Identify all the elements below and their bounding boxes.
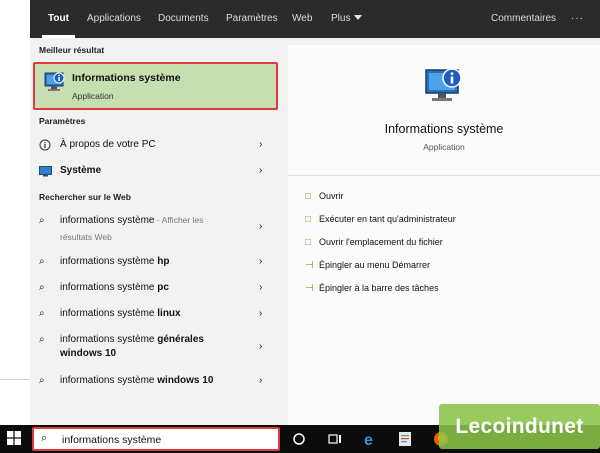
start-search-panel: Tout Applications Documents Paramètres W… [30,0,600,425]
web-result-suffix: linux [157,308,181,319]
folder-icon: □ [305,237,312,248]
edge-browser-icon[interactable]: e [361,430,379,448]
section-settings: Paramètres [39,116,86,126]
tab-web[interactable]: Web [292,0,312,38]
search-input[interactable]: informations système [62,434,161,446]
chevron-right-icon[interactable]: › [259,282,262,293]
tab-documents[interactable]: Documents [158,0,209,38]
pin-icon: ⊣ [305,260,314,271]
action-label: Exécuter en tant qu'administrateur [319,214,456,224]
web-result-text: informations système - Afficher les [60,215,203,226]
search-icon: ⌕ [39,256,45,267]
detail-title: Informations système [384,122,504,136]
search-icon: ⌕ [39,215,45,226]
best-match-title: Informations système [72,72,181,84]
action-open-file-location[interactable]: □ Ouvrir l'emplacement du fichier [305,237,443,248]
run-admin-icon: □ [305,214,312,225]
desktop-background [0,0,30,425]
search-icon: ⌕ [41,432,47,444]
chevron-right-icon[interactable]: › [259,165,262,176]
svg-text:e: e [364,432,373,448]
task-view-icon[interactable] [326,430,344,448]
web-result-text: informations système windows 10 [60,375,213,386]
chevron-down-icon [354,15,363,20]
web-result-text: informations système générales [60,334,204,345]
tab-parametres[interactable]: Paramètres [226,0,278,38]
chevron-right-icon[interactable]: › [259,256,262,267]
web-result-suffix: pc [157,282,169,293]
chevron-right-icon[interactable]: › [259,341,262,352]
taskbar-search-box[interactable]: ⌕ informations système [32,427,280,451]
web-result-query: informations système [60,282,158,293]
feedback-button[interactable]: Commentaires [491,0,556,38]
action-run-as-admin[interactable]: □ Exécuter en tant qu'administrateur [305,214,456,225]
web-result-query: informations système [60,256,158,267]
web-result-suffix: hp [157,256,170,267]
action-label: Épingler au menu Démarrer [319,260,431,270]
web-result-hint: - Afficher les [154,215,204,225]
info-icon [39,139,51,151]
filter-tab-bar: Tout Applications Documents Paramètres W… [30,0,600,38]
action-open[interactable]: □ Ouvrir [305,191,344,202]
tab-applications[interactable]: Applications [87,0,141,38]
monitor-icon [39,166,52,177]
web-result-suffix: générales [157,334,204,345]
web-result-suffix: windows 10 [157,375,214,386]
search-icon: ⌕ [39,282,45,293]
web-result-query: informations système [60,215,155,226]
tab-plus[interactable]: Plus [331,0,363,38]
detail-subtitle: Application [423,142,465,152]
more-options-button[interactable]: ··· [571,0,584,38]
chevron-right-icon[interactable]: › [259,308,262,319]
action-pin-start[interactable]: ⊣ Épingler au menu Démarrer [305,260,430,271]
settings-item-label: À propos de votre PC [60,139,156,150]
web-result-suffix-line2: windows 10 [60,348,117,359]
search-icon: ⌕ [39,334,45,345]
detail-pane: Informations système Application □ Ouvrir… [288,45,600,425]
web-result-query: informations système [60,334,158,345]
tab-plus-label: Plus [331,13,351,24]
web-result-text: informations système pc [60,282,169,293]
tab-tout[interactable]: Tout [42,0,75,38]
section-best-match: Meilleur résultat [39,45,105,55]
pin-icon: ⊣ [305,283,314,294]
search-icon: ⌕ [39,308,45,319]
detail-divider [288,175,600,176]
web-result-text: informations système linux [60,308,181,319]
watermark-logo: Lecoindunet [439,404,600,449]
action-label: Ouvrir [319,191,344,201]
windows-start-icon[interactable] [7,431,21,445]
best-match-subtitle: Application [72,91,114,101]
action-label: Ouvrir l'emplacement du fichier [319,237,443,247]
web-result-hint-line2: résultats Web [60,232,112,242]
action-pin-taskbar[interactable]: ⊣ Épingler à la barre des tâches [305,283,439,294]
action-label: Épingler à la barre des tâches [319,283,439,293]
system-info-icon [425,68,462,101]
settings-item-label: Système [60,165,102,176]
web-result-text: informations système hp [60,256,169,267]
results-list: Meilleur résultat Informations système A… [30,38,280,425]
web-result-query: informations système [60,375,158,386]
desktop-divider [0,379,30,380]
cortana-icon[interactable] [290,430,308,448]
search-icon: ⌕ [39,375,45,386]
chevron-right-icon[interactable]: › [259,221,262,232]
web-result-query: informations système [60,308,158,319]
chevron-right-icon[interactable]: › [259,139,262,150]
open-icon: □ [305,191,312,202]
notepad-app-icon[interactable] [396,430,414,448]
best-match-item[interactable]: Informations système Application [33,62,278,110]
system-info-icon [44,72,65,91]
section-web-search: Rechercher sur le Web [39,192,131,202]
chevron-right-icon[interactable]: › [259,375,262,386]
